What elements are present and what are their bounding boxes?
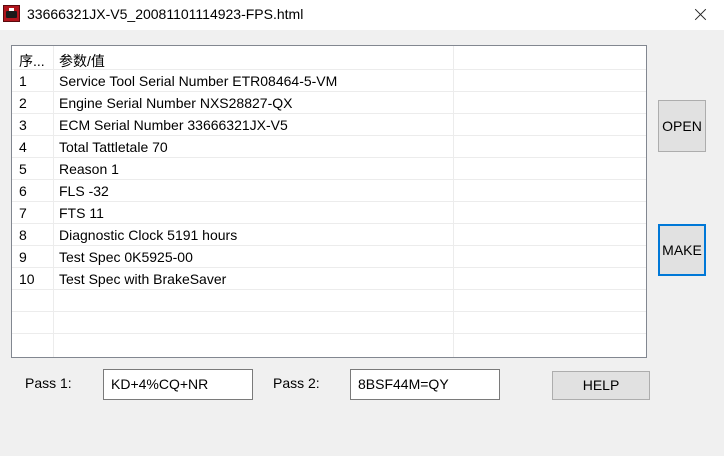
row-value: Test Spec 0K5925-00 xyxy=(59,249,193,265)
pass1-label: Pass 1: xyxy=(25,375,72,391)
row-index: 6 xyxy=(19,183,27,199)
list-item[interactable]: 9 Test Spec 0K5925-00 xyxy=(12,246,646,268)
pass2-field[interactable]: 8BSF44M=QY xyxy=(350,369,500,400)
row-value: Service Tool Serial Number ETR08464-5-VM xyxy=(59,73,338,89)
row-value: Diagnostic Clock 5191 hours xyxy=(59,227,238,243)
list-item[interactable]: 4 Total Tattletale 70 xyxy=(12,136,646,158)
row-value: FTS 11 xyxy=(59,205,104,221)
row-value: Total Tattletale 70 xyxy=(59,139,168,155)
list-item[interactable]: 7 FTS 11 xyxy=(12,202,646,224)
row-value: FLS -32 xyxy=(59,183,109,199)
parameter-list[interactable]: 序... 参数/值 1 Service Tool Serial Number E… xyxy=(11,45,647,358)
help-button[interactable]: HELP xyxy=(552,371,650,400)
pass2-label: Pass 2: xyxy=(273,375,320,391)
row-index: 5 xyxy=(19,161,27,177)
title-bar: 33666321JX-V5_20081101114923-FPS.html xyxy=(0,0,724,30)
open-button[interactable]: OPEN xyxy=(658,100,706,152)
row-index: 10 xyxy=(19,271,35,287)
row-index: 8 xyxy=(19,227,27,243)
header-value[interactable]: 参数/值 xyxy=(59,51,105,71)
list-item[interactable]: 1 Service Tool Serial Number ETR08464-5-… xyxy=(12,70,646,92)
truck-app-icon xyxy=(3,5,20,22)
list-item[interactable]: 6 FLS -32 xyxy=(12,180,646,202)
empty-row xyxy=(12,290,646,312)
list-item[interactable]: 3 ECM Serial Number 33666321JX-V5 xyxy=(12,114,646,136)
close-icon[interactable] xyxy=(678,0,724,30)
list-item[interactable]: 10 Test Spec with BrakeSaver xyxy=(12,268,646,290)
row-index: 7 xyxy=(19,205,27,221)
row-index: 3 xyxy=(19,117,27,133)
row-value: Test Spec with BrakeSaver xyxy=(59,271,227,287)
make-button[interactable]: MAKE xyxy=(658,224,706,276)
row-index: 9 xyxy=(19,249,27,265)
pass1-field[interactable]: KD+4%CQ+NR xyxy=(103,369,253,400)
row-value: ECM Serial Number 33666321JX-V5 xyxy=(59,117,288,133)
list-item[interactable]: 8 Diagnostic Clock 5191 hours xyxy=(12,224,646,246)
list-item[interactable]: 5 Reason 1 xyxy=(12,158,646,180)
list-header: 序... 参数/值 xyxy=(12,48,646,70)
row-index: 1 xyxy=(19,73,27,89)
row-value: Reason 1 xyxy=(59,161,119,177)
row-value: Engine Serial Number NXS28827-QX xyxy=(59,95,293,111)
list-item[interactable]: 2 Engine Serial Number NXS28827-QX xyxy=(12,92,646,114)
header-index[interactable]: 序... xyxy=(19,51,45,71)
empty-row xyxy=(12,312,646,334)
row-index: 4 xyxy=(19,139,27,155)
row-index: 2 xyxy=(19,95,27,111)
window-title: 33666321JX-V5_20081101114923-FPS.html xyxy=(27,6,304,22)
